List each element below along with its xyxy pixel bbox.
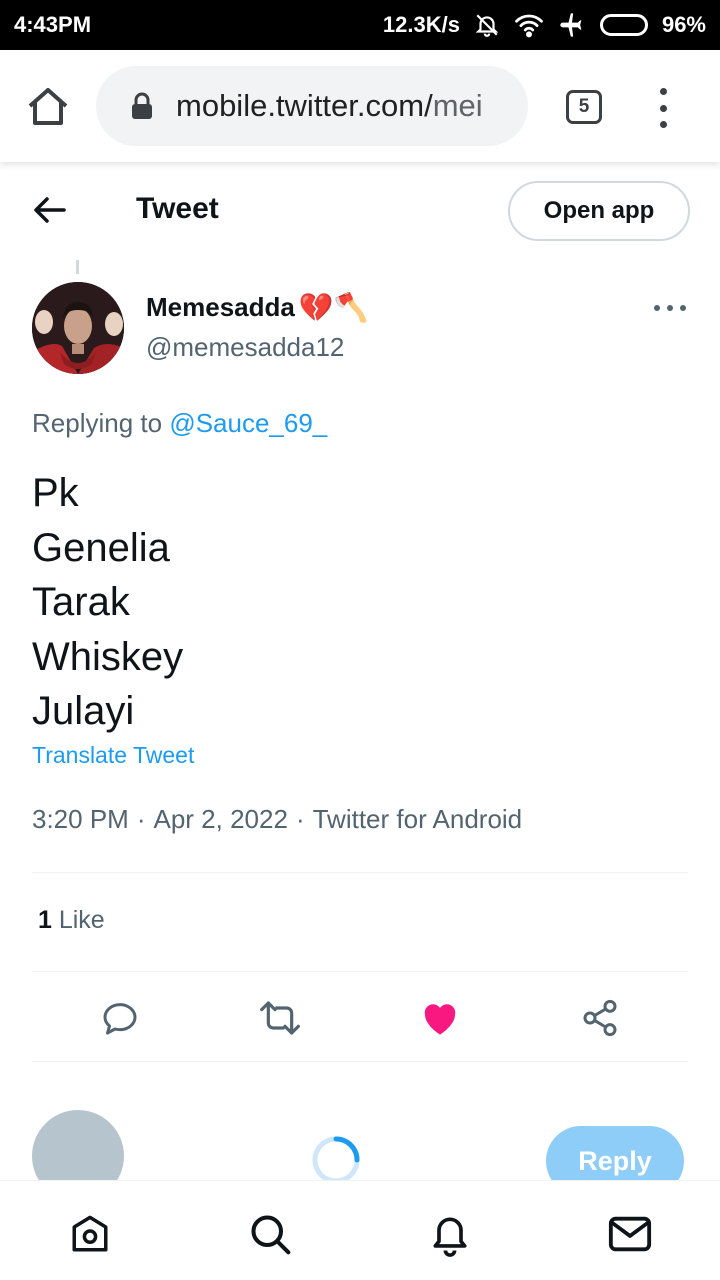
thread-connector [76, 260, 79, 274]
like-count[interactable]: 1 Like [38, 906, 105, 935]
loading-spinner-icon [312, 1136, 360, 1182]
divider [32, 971, 688, 972]
home-icon[interactable] [26, 86, 70, 126]
tab-switcher-button[interactable]: 5 [566, 90, 602, 124]
retweet-icon[interactable] [258, 996, 302, 1040]
author-name[interactable]: Memesadda 💔🪓 [146, 292, 369, 323]
tweet-meta: 3:20 PM · Apr 2, 2022 · Twitter for Andr… [32, 804, 523, 835]
my-avatar [32, 1110, 124, 1182]
share-icon[interactable] [578, 996, 622, 1040]
nav-messages-icon[interactable] [607, 1211, 653, 1257]
airplane-icon [560, 13, 582, 37]
replying-to-mention[interactable]: @Sauce_69_ [169, 408, 327, 438]
status-bar: 4:43PM 12.3K/s 96% [0, 0, 720, 50]
page-header: Tweet Open app [0, 162, 720, 262]
nav-home-icon[interactable] [67, 1211, 113, 1257]
browser-toolbar: mobile.twitter.com/mei 5 [0, 50, 720, 162]
tweet-line: Tarak [32, 580, 130, 624]
open-app-button[interactable]: Open app [508, 181, 690, 241]
net-speed: 12.3K/s [382, 12, 460, 37]
reply-composer: Reply [0, 1100, 720, 1182]
tweet-actions [0, 990, 720, 1046]
tweet-line: Pk [32, 471, 79, 515]
page-title: Tweet [136, 192, 219, 225]
divider [32, 872, 688, 873]
nav-search-icon[interactable] [247, 1211, 293, 1257]
tweet-text: Pk Genelia Tarak Whiskey Julayi [32, 466, 183, 739]
translate-tweet-link[interactable]: Translate Tweet [32, 742, 194, 769]
battery-icon [599, 14, 648, 36]
url-text: mobile.twitter.com/mei [176, 88, 483, 123]
divider [32, 1061, 688, 1062]
bottom-nav [0, 1180, 720, 1280]
more-options-icon[interactable] [654, 300, 686, 316]
like-heart-icon[interactable] [418, 996, 462, 1040]
reply-icon[interactable] [98, 996, 142, 1040]
status-icons: 12.3K/s 96% [383, 11, 706, 39]
wifi-icon [515, 14, 543, 38]
browser-menu-icon[interactable] [656, 88, 670, 128]
reply-button[interactable]: Reply [546, 1126, 684, 1182]
tweet-source[interactable]: Twitter for Android [313, 804, 523, 835]
tweet-line: Whiskey [32, 634, 184, 679]
author-avatar[interactable] [32, 282, 124, 374]
status-time: 4:43PM [14, 12, 92, 37]
lock-icon [132, 92, 152, 119]
author-emojis: 💔🪓 [298, 291, 369, 323]
author-handle[interactable]: @memesadda12 [146, 332, 344, 363]
mute-bell-icon [475, 14, 499, 37]
address-bar[interactable]: mobile.twitter.com/mei [96, 66, 528, 146]
tweet-date[interactable]: Apr 2, 2022 [154, 804, 288, 835]
battery-percent: 96% [661, 12, 706, 37]
tweet-line: Genelia [32, 525, 170, 570]
tweet-line: Julayi [32, 689, 135, 733]
back-arrow-icon[interactable] [32, 194, 68, 226]
nav-notifications-icon[interactable] [427, 1211, 473, 1257]
tweet-time[interactable]: 3:20 PM [32, 804, 129, 835]
replying-to: Replying to @Sauce_69_ [32, 408, 328, 438]
